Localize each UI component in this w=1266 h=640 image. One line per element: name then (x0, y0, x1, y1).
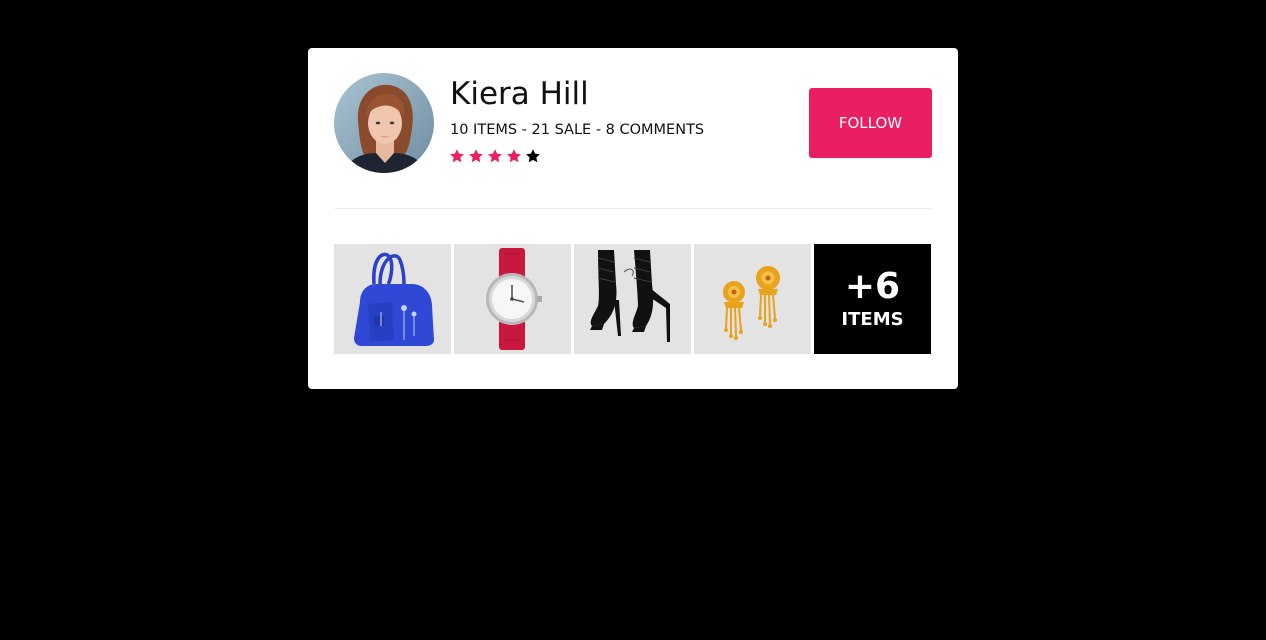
star-filled-icon (507, 149, 521, 163)
divider (334, 208, 932, 209)
seller-stats: 10 ITEMS - 21 SALE - 8 COMMENTS (450, 122, 705, 138)
star-filled-icon (488, 149, 502, 163)
handbag-icon (354, 252, 434, 346)
star-filled-icon (450, 149, 464, 163)
item-thumbnail-heels[interactable] (574, 244, 691, 354)
earrings-icon (723, 266, 780, 340)
heels-icon (590, 250, 670, 342)
seller-card: Kiera Hill 10 ITEMS - 21 SALE - 8 COMMEN… (308, 48, 958, 389)
more-items-label: ITEMS (841, 309, 904, 330)
rating-stars (449, 148, 541, 164)
more-items-count: +6 (844, 266, 901, 307)
star-filled-icon (469, 149, 483, 163)
more-items-button[interactable]: +6 ITEMS (814, 244, 931, 354)
item-thumbnail-watch[interactable] (454, 244, 571, 354)
item-thumbnail-handbag[interactable] (334, 244, 451, 354)
follow-button[interactable]: FOLLOW (809, 88, 932, 158)
item-thumbnail-earrings[interactable] (694, 244, 811, 354)
star-empty-icon (526, 149, 540, 163)
watch-icon (486, 248, 542, 350)
item-gallery: +6 ITEMS (334, 244, 932, 354)
seller-name: Kiera Hill (450, 76, 589, 112)
avatar[interactable] (334, 73, 434, 173)
